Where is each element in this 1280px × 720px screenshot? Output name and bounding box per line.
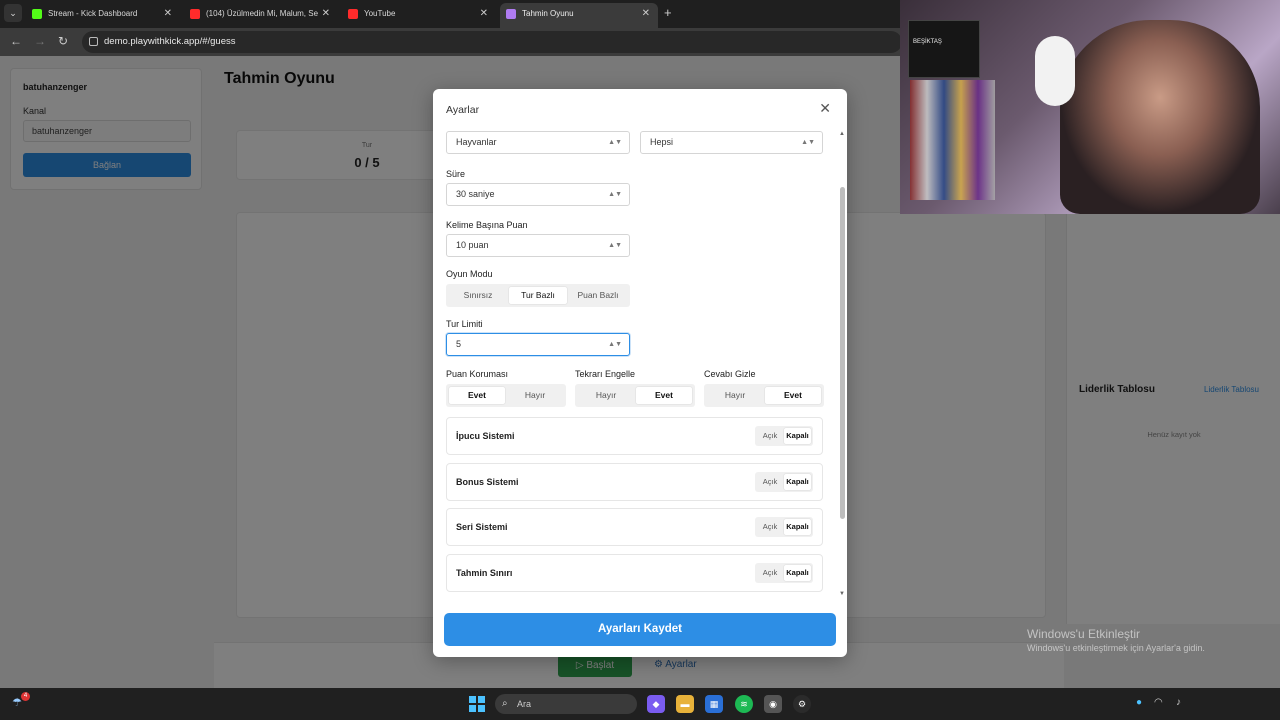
mode-segmented: Sınırsız Tur Bazlı Puan Bazlı bbox=[446, 284, 630, 307]
round-limit-label: Tur Limiti bbox=[446, 319, 483, 329]
windows-activate-title: Windows'u Etkinleştir bbox=[1027, 627, 1140, 641]
block-repeat-no[interactable]: Hayır bbox=[578, 387, 634, 404]
difficulty-select[interactable]: Hepsi ▲▼ bbox=[640, 131, 823, 154]
block-repeat-segmented: Hayır Evet bbox=[575, 384, 695, 407]
block-repeat-yes[interactable]: Evet bbox=[636, 387, 692, 404]
bonus-system-on[interactable]: Açık bbox=[757, 474, 783, 490]
save-settings-button[interactable]: Ayarları Kaydet bbox=[444, 613, 836, 646]
hint-system-toggle: Açık Kapalı bbox=[755, 426, 813, 446]
close-icon[interactable]: ✕ bbox=[819, 100, 831, 117]
webcam-streamer bbox=[1060, 20, 1260, 214]
updown-icon: ▲▼ bbox=[608, 341, 622, 348]
hide-answer-segmented: Hayır Evet bbox=[704, 384, 824, 407]
bonus-system-row: Bonus Sistemi Açık Kapalı bbox=[446, 463, 823, 501]
url-field[interactable]: demo.playwithkick.app/#/guess bbox=[82, 31, 902, 53]
score-protect-label: Puan Koruması bbox=[446, 369, 509, 379]
hint-system-row: İpucu Sistemi Açık Kapalı bbox=[446, 417, 823, 455]
spotify-icon[interactable]: ≋ bbox=[735, 695, 753, 713]
settings-scroll-area[interactable]: Hayvanlar ▲▼ Hepsi ▲▼ Süre 30 saniye ▲▼ Kel… bbox=[433, 129, 847, 599]
weather-badge: 4 bbox=[21, 692, 30, 701]
guess-limit-row: Tahmin Sınırı Açık Kapalı bbox=[446, 554, 823, 592]
mic-icon[interactable]: ♪ bbox=[1176, 697, 1181, 708]
score-protect-no[interactable]: Hayır bbox=[507, 387, 563, 404]
guess-limit-toggle: Açık Kapalı bbox=[755, 563, 813, 583]
webcam-overlay: BEŞİKTAŞ bbox=[900, 0, 1280, 214]
reload-icon[interactable]: ↻ bbox=[58, 34, 68, 48]
webcam-bookshelf bbox=[910, 80, 995, 200]
youtube-icon bbox=[190, 9, 200, 19]
search-icon: ⌕ bbox=[502, 698, 508, 709]
copilot-icon[interactable]: ◆ bbox=[647, 695, 665, 713]
close-tab-icon[interactable]: ✕ bbox=[164, 3, 172, 25]
new-tab-icon[interactable]: + bbox=[664, 5, 672, 20]
duration-label: Süre bbox=[446, 169, 466, 179]
updown-icon: ▲▼ bbox=[608, 139, 622, 146]
modal-scrollbar[interactable]: ▲ ▼ bbox=[839, 129, 847, 599]
hide-answer-no[interactable]: Hayır bbox=[707, 387, 763, 404]
category-select[interactable]: Hayvanlar ▲▼ bbox=[446, 131, 630, 154]
scroll-down-icon[interactable]: ▼ bbox=[839, 591, 845, 597]
scroll-up-icon[interactable]: ▲ bbox=[839, 131, 845, 137]
duration-select[interactable]: 30 saniye ▲▼ bbox=[446, 183, 630, 206]
guess-limit-off[interactable]: Kapalı bbox=[784, 565, 811, 581]
streak-system-on[interactable]: Açık bbox=[757, 519, 783, 535]
tab-search-button[interactable]: ⌄ bbox=[4, 4, 22, 22]
updown-icon: ▲▼ bbox=[608, 191, 622, 198]
score-protect-yes[interactable]: Evet bbox=[449, 387, 505, 404]
guess-limit-on[interactable]: Açık bbox=[757, 565, 783, 581]
site-info-icon[interactable] bbox=[89, 37, 98, 46]
streak-system-label: Seri Sistemi bbox=[456, 522, 508, 532]
settings-modal: Ayarlar ✕ Hayvanlar ▲▼ Hepsi ▲▼ Süre 30 sa… bbox=[433, 89, 847, 657]
close-tab-icon[interactable]: ✕ bbox=[322, 3, 330, 25]
mode-unlimited[interactable]: Sınırsız bbox=[449, 287, 507, 304]
mode-score-based[interactable]: Puan Bazlı bbox=[569, 287, 627, 304]
forward-icon[interactable]: → bbox=[34, 34, 46, 48]
hint-system-off[interactable]: Kapalı bbox=[784, 428, 811, 444]
bonus-system-off[interactable]: Kapalı bbox=[784, 474, 811, 490]
hint-system-label: İpucu Sistemi bbox=[456, 431, 515, 441]
guess-limit-label: Tahmin Sınırı bbox=[456, 568, 513, 578]
updown-icon: ▲▼ bbox=[608, 242, 622, 249]
game-icon bbox=[506, 9, 516, 19]
scroll-thumb[interactable] bbox=[840, 187, 845, 519]
kick-icon bbox=[32, 9, 42, 19]
hint-system-on[interactable]: Açık bbox=[757, 428, 783, 444]
notification-dot-icon: ● bbox=[1136, 697, 1143, 708]
score-protect-segmented: Evet Hayır bbox=[446, 384, 566, 407]
file-explorer-icon[interactable]: ▬ bbox=[676, 695, 694, 713]
webcam-flag: BEŞİKTAŞ bbox=[908, 20, 980, 78]
chrome-icon[interactable]: ◉ bbox=[764, 695, 782, 713]
headset-icon bbox=[1035, 36, 1075, 106]
tab-youtube-video[interactable]: (104) Üzülmedin Mi, Malum, Se ✕ bbox=[184, 3, 338, 28]
mode-round-based[interactable]: Tur Bazlı bbox=[509, 287, 567, 304]
tab-kick-dashboard[interactable]: Stream - Kick Dashboard ✕ bbox=[26, 3, 180, 28]
wifi-icon[interactable]: ◠ bbox=[1154, 697, 1163, 708]
youtube-icon bbox=[348, 9, 358, 19]
close-tab-icon[interactable]: ✕ bbox=[642, 3, 650, 25]
streak-system-row: Seri Sistemi Açık Kapalı bbox=[446, 508, 823, 546]
streak-system-toggle: Açık Kapalı bbox=[755, 517, 813, 537]
hide-answer-yes[interactable]: Evet bbox=[765, 387, 821, 404]
back-icon[interactable]: ← bbox=[10, 34, 22, 48]
updown-icon: ▲▼ bbox=[801, 139, 815, 146]
points-label: Kelime Başına Puan bbox=[446, 220, 528, 230]
round-limit-input[interactable]: 5 ▲▼ bbox=[446, 333, 630, 356]
tab-tahmin-oyunu[interactable]: Tahmin Oyunu ✕ bbox=[500, 3, 658, 28]
hide-answer-label: Cevabı Gizle bbox=[704, 369, 756, 379]
windows-start-icon[interactable] bbox=[469, 696, 485, 712]
tab-youtube[interactable]: YouTube ✕ bbox=[342, 3, 496, 28]
taskbar-search[interactable]: ⌕ Ara bbox=[495, 694, 637, 714]
bonus-system-label: Bonus Sistemi bbox=[456, 477, 519, 487]
windows-activate-subtitle: Windows'u etkinleştirmek için Ayarlar'a … bbox=[1027, 643, 1205, 653]
modal-title: Ayarlar bbox=[446, 104, 480, 116]
mode-label: Oyun Modu bbox=[446, 269, 493, 279]
close-tab-icon[interactable]: ✕ bbox=[480, 3, 488, 25]
points-select[interactable]: 10 puan ▲▼ bbox=[446, 234, 630, 257]
store-icon[interactable]: ▦ bbox=[705, 695, 723, 713]
bonus-system-toggle: Açık Kapalı bbox=[755, 472, 813, 492]
block-repeat-label: Tekrarı Engelle bbox=[575, 369, 636, 379]
taskbar: ☂ 4 ⌕ Ara ◆ ▬ ▦ ≋ ◉ ⚙ ● ◠ ♪ bbox=[0, 688, 1280, 720]
settings-app-icon[interactable]: ⚙ bbox=[793, 695, 811, 713]
streak-system-off[interactable]: Kapalı bbox=[784, 519, 811, 535]
